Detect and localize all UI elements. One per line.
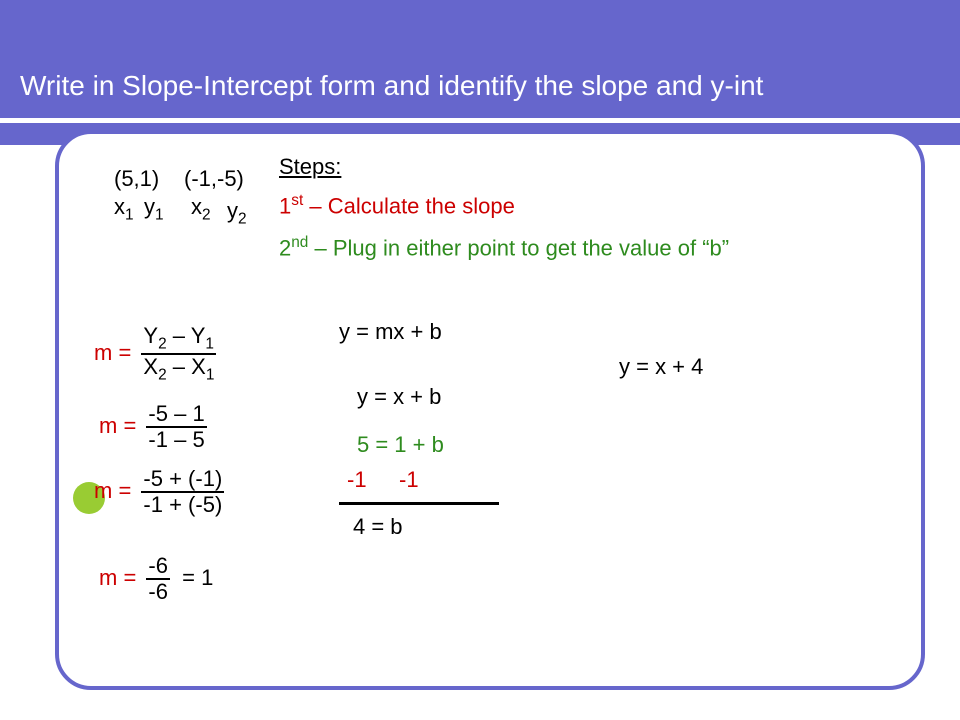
content-panel: (5,1) (-1,-5) x1 y1 x2 y2 Steps: 1st – C… <box>55 130 925 690</box>
step-2: 2nd – Plug in either point to get the va… <box>279 234 729 261</box>
eq-line5: 4 = b <box>353 514 403 540</box>
slide-title: Write in Slope-Intercept form and identi… <box>20 70 763 102</box>
label-x1: x1 <box>114 194 134 224</box>
eq-line4b: -1 <box>399 467 419 493</box>
point-2: (-1,-5) <box>184 166 244 192</box>
final-answer: y = x + 4 <box>619 354 703 380</box>
slope-sub2: m = -5 + (-1) -1 + (-5) <box>94 467 224 517</box>
title-underline <box>0 118 960 123</box>
step-1: 1st – Calculate the slope <box>279 192 515 219</box>
slope-result: m = -6 -6 = 1 <box>99 554 213 604</box>
point-1: (5,1) <box>114 166 159 192</box>
slope-sub1: m = -5 – 1 -1 – 5 <box>99 402 207 452</box>
eq-line1: y = mx + b <box>339 319 442 345</box>
solve-underline <box>339 502 499 505</box>
slope-formula: m = Y2 – Y1 X2 – X1 <box>94 324 216 385</box>
eq-line2: y = x + b <box>357 384 441 410</box>
label-x2: x2 <box>191 194 211 224</box>
steps-header: Steps: <box>279 154 341 180</box>
eq-line4a: -1 <box>347 467 367 493</box>
eq-line3: 5 = 1 + b <box>357 432 444 458</box>
label-y2: y2 <box>227 198 247 228</box>
label-y1: y1 <box>144 194 164 224</box>
